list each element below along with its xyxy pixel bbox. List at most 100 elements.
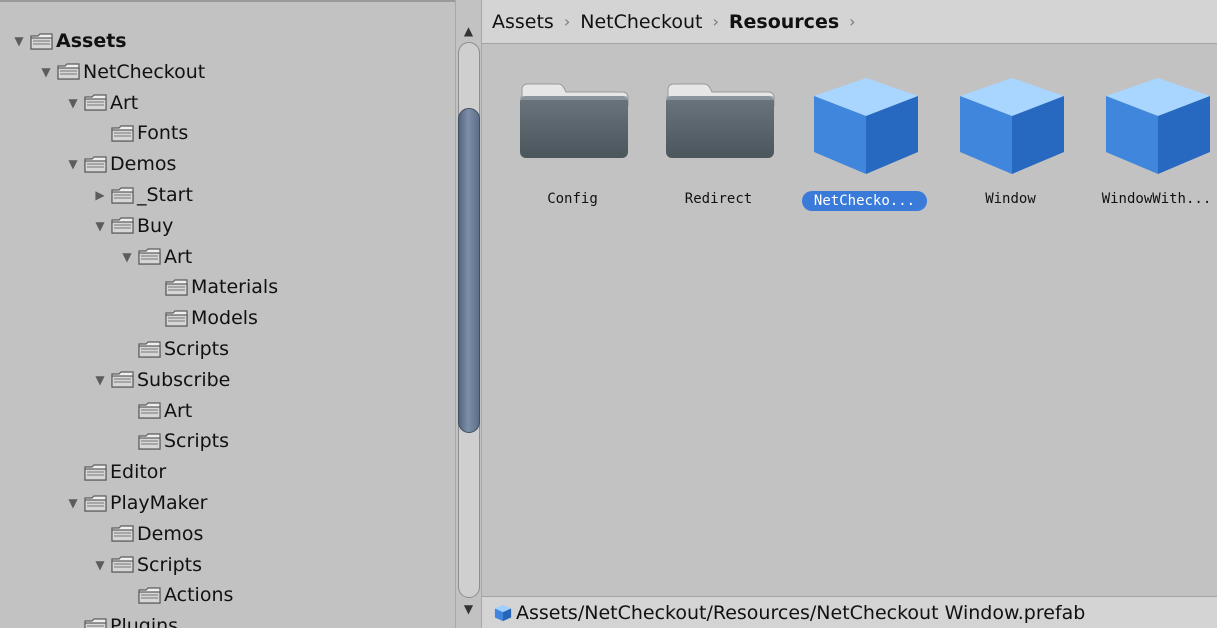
asset-label: NetChecko... xyxy=(801,191,928,211)
scroll-up-arrow-icon[interactable]: ▲ xyxy=(456,20,481,42)
collapse-arrow-icon[interactable]: ▶ xyxy=(93,188,107,202)
expand-arrow-icon[interactable]: ▼ xyxy=(66,496,80,510)
asset-label-container: WindowWith... xyxy=(1084,191,1217,207)
asset-prefab[interactable]: NetChecko... xyxy=(792,76,937,226)
folder-icon xyxy=(138,248,161,265)
asset-label: Window xyxy=(985,191,1036,207)
tree-item[interactable]: Scripts xyxy=(0,426,455,456)
folder-icon xyxy=(138,340,161,358)
expand-arrow-icon[interactable]: ▼ xyxy=(93,219,107,233)
tree-item-label: Scripts xyxy=(164,338,230,360)
tree-item[interactable]: ▼ Assets xyxy=(0,26,455,56)
asset-folder[interactable]: Redirect xyxy=(646,76,791,226)
scroll-thumb[interactable] xyxy=(458,108,480,433)
folder-icon xyxy=(138,402,161,419)
asset-label: Redirect xyxy=(684,191,753,207)
folder-icon xyxy=(84,464,107,481)
project-content-panel: Assets › NetCheckout › Resources › Config Red… xyxy=(482,0,1217,628)
expand-arrow-icon[interactable]: ▼ xyxy=(120,250,134,264)
tree-scrollbar[interactable]: ▲ ▼ xyxy=(455,0,482,628)
tree-item-label: Demos xyxy=(110,153,177,176)
folder-icon xyxy=(111,371,134,388)
asset-label-container: Redirect xyxy=(646,191,791,207)
folder-icon xyxy=(165,279,188,296)
folder-icon xyxy=(666,83,775,158)
folder-icon xyxy=(84,156,107,173)
tree-item[interactable]: ▼ Buy xyxy=(0,211,455,241)
scroll-down-arrow-icon[interactable]: ▼ xyxy=(456,598,481,620)
tree-item[interactable]: ▼ Subscribe xyxy=(0,365,455,395)
tree-item[interactable]: Materials xyxy=(0,272,455,302)
asset-label-container: Window xyxy=(938,191,1083,207)
tree-item[interactable]: ▼ Art xyxy=(0,88,455,118)
tree-item[interactable]: Models xyxy=(0,303,455,333)
tree-item[interactable]: ▼ NetCheckout xyxy=(0,57,455,87)
tree-item[interactable]: Scripts xyxy=(0,334,455,364)
tree-item-label: Art xyxy=(164,399,193,422)
tree-item-label: Buy xyxy=(137,214,174,237)
folder-icon xyxy=(520,83,629,158)
expand-arrow-icon[interactable]: ▼ xyxy=(66,157,80,171)
folder-icon xyxy=(111,525,134,542)
tree-item[interactable]: ▼ PlayMaker xyxy=(0,488,455,518)
project-tree-panel[interactable]: ▼ Assets ▼ NetCheckout ▼ Art Fonts ▼ Demos ▶… xyxy=(0,0,455,628)
asset-label: Config xyxy=(547,191,598,207)
tree-item-label: Demos xyxy=(137,522,204,545)
expand-arrow-icon[interactable]: ▼ xyxy=(66,96,80,110)
asset-prefab[interactable]: Window xyxy=(938,76,1083,226)
tree-item-label: Scripts xyxy=(137,553,203,576)
prefab-cube-icon xyxy=(814,78,918,174)
breadcrumb: Assets › NetCheckout › Resources › xyxy=(482,0,1217,44)
expand-arrow-icon[interactable]: ▼ xyxy=(39,65,53,79)
tree-item-label: Models xyxy=(191,307,258,330)
expand-arrow-icon[interactable]: ▼ xyxy=(12,34,26,48)
asset-label-container: Config xyxy=(500,191,645,207)
tree-item[interactable]: Art xyxy=(0,396,455,426)
tree-item[interactable]: ▶ _Start xyxy=(0,180,455,210)
breadcrumb-item[interactable]: Resources xyxy=(729,11,839,33)
tree-item-label: Plugins xyxy=(110,615,179,628)
breadcrumb-separator-icon: › xyxy=(563,12,571,31)
tree-item[interactable]: ▼ Art xyxy=(0,242,455,272)
folder-icon xyxy=(84,494,107,512)
folder-icon xyxy=(138,587,161,604)
folder-icon xyxy=(138,433,161,450)
breadcrumb-item[interactable]: NetCheckout xyxy=(580,11,702,33)
folder-icon xyxy=(111,556,134,573)
expand-arrow-icon[interactable]: ▼ xyxy=(93,373,107,387)
tree-item-label: Editor xyxy=(110,461,167,484)
folder-icon xyxy=(111,217,134,234)
tree-item[interactable]: ▼ Demos xyxy=(0,149,455,179)
tree-item[interactable]: Actions xyxy=(0,580,455,610)
asset-label: WindowWith... xyxy=(1101,191,1212,207)
prefab-cube-icon xyxy=(960,78,1064,174)
asset-label-container: NetChecko... xyxy=(792,191,937,211)
asset-grid[interactable]: Config Redirect NetChecko... Window Wind… xyxy=(482,44,1217,596)
tree-item-label: Actions xyxy=(164,584,234,607)
folder-icon xyxy=(84,94,107,111)
tree-item-label: Assets xyxy=(56,30,127,52)
folder-icon xyxy=(111,186,134,204)
tree-item-label: Art xyxy=(164,245,193,268)
folder-icon xyxy=(165,310,188,327)
breadcrumb-separator-icon: › xyxy=(849,12,856,31)
prefab-cube-icon xyxy=(1106,78,1210,174)
breadcrumb-separator-icon: › xyxy=(712,12,719,31)
tree-item-label: Art xyxy=(110,91,139,114)
tree-item[interactable]: Fonts xyxy=(0,118,455,148)
asset-folder[interactable]: Config xyxy=(500,76,645,226)
breadcrumb-item[interactable]: Assets xyxy=(492,11,554,33)
expand-arrow-icon[interactable]: ▼ xyxy=(93,558,107,572)
status-bar: Assets/NetCheckout/Resources/NetCheckout… xyxy=(482,596,1217,628)
tree-item-label: Scripts xyxy=(164,430,230,453)
folder-icon xyxy=(84,618,107,628)
folder-icon xyxy=(111,125,134,142)
status-path: Assets/NetCheckout/Resources/NetCheckout… xyxy=(516,601,1086,624)
asset-prefab[interactable]: WindowWith... xyxy=(1084,76,1217,226)
tree-item[interactable]: ▼ Scripts xyxy=(0,550,455,580)
tree-item[interactable]: Plugins xyxy=(0,611,455,628)
folder-icon xyxy=(30,32,53,50)
tree-item[interactable]: Editor xyxy=(0,457,455,487)
tree-item[interactable]: Demos xyxy=(0,519,455,549)
prefab-cube-icon xyxy=(494,604,512,621)
